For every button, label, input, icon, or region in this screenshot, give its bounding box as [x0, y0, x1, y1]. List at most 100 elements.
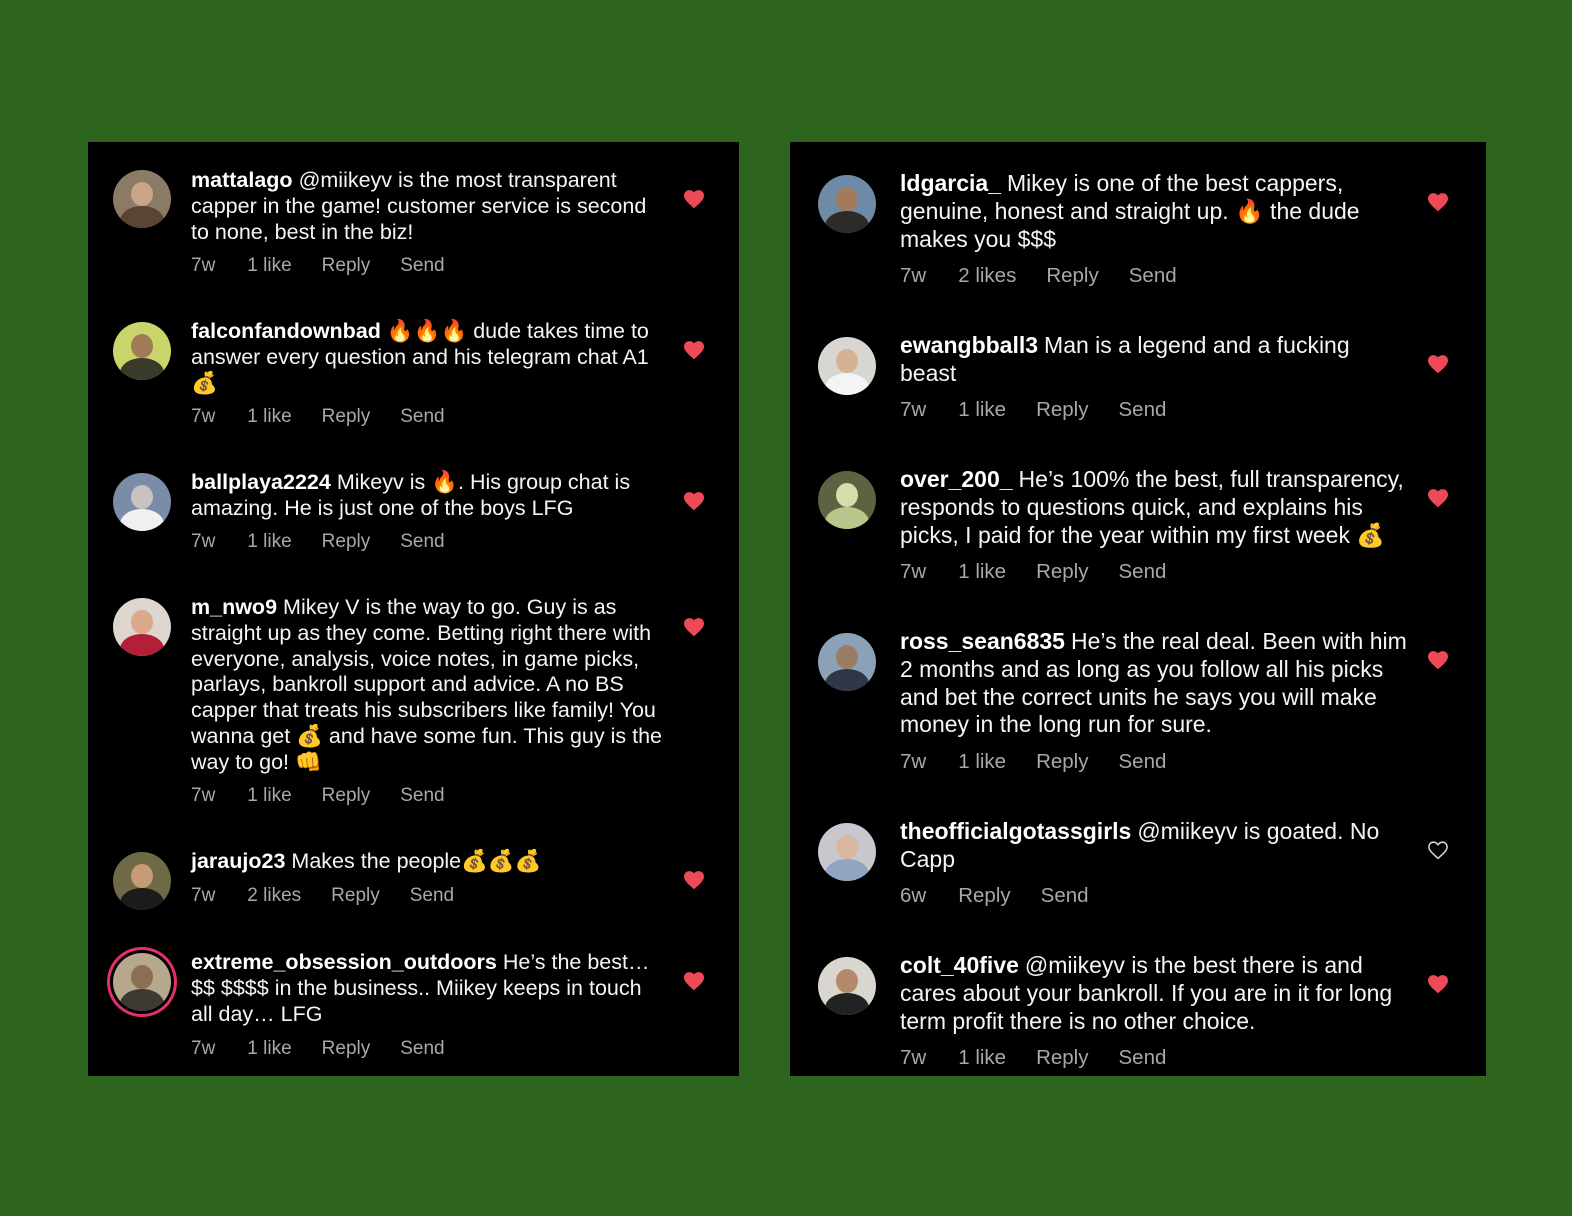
send-button[interactable]: Send [400, 406, 444, 427]
like-button-active[interactable] [683, 340, 705, 360]
avatar[interactable] [818, 337, 876, 395]
heart-outline-icon [1427, 841, 1449, 864]
likes-count[interactable]: 1 like [247, 255, 291, 276]
likes-count[interactable]: 1 like [958, 1046, 1006, 1069]
avatar[interactable] [818, 175, 876, 233]
likes-count[interactable]: 2 likes [958, 264, 1016, 287]
send-button[interactable]: Send [410, 885, 454, 906]
reply-button[interactable]: Reply [1036, 1046, 1088, 1069]
comment-meta: 7w 1 like Reply Send [191, 785, 475, 807]
comment-username[interactable]: m_nwo9 [191, 595, 277, 619]
heart-filled-icon [683, 190, 705, 213]
comment-username[interactable]: jaraujo23 [191, 849, 285, 873]
comment-body: m_nwo9 Mikey V is the way to go. Guy is a… [191, 595, 667, 776]
like-button-active[interactable] [1427, 650, 1449, 670]
heart-filled-icon [683, 492, 705, 515]
avatar[interactable] [113, 322, 171, 380]
send-button[interactable]: Send [1129, 264, 1177, 287]
send-button[interactable]: Send [1119, 1046, 1167, 1069]
reply-button[interactable]: Reply [1046, 264, 1098, 287]
comment-timestamp: 7w [900, 398, 927, 421]
avatar[interactable] [113, 852, 171, 910]
comment-timestamp: 7w [900, 750, 927, 773]
comment-meta: 7w 1 like Reply Send [900, 560, 1196, 584]
heart-filled-icon [1427, 355, 1449, 378]
likes-count[interactable]: 1 like [247, 406, 291, 427]
likes-count[interactable]: 1 like [958, 560, 1006, 583]
reply-button[interactable]: Reply [1036, 750, 1088, 773]
avatar[interactable] [113, 598, 171, 656]
like-button-active[interactable] [683, 491, 705, 511]
likes-count[interactable]: 2 likes [247, 885, 301, 906]
avatar[interactable] [818, 823, 876, 881]
comment-username[interactable]: ldgarcia_ [900, 170, 1001, 196]
comment-timestamp: 7w [191, 406, 216, 427]
reply-button[interactable]: Reply [1036, 398, 1088, 421]
comment-body: over_200_ He’s 100% the best, full transp… [900, 466, 1408, 549]
like-button-active[interactable] [683, 189, 705, 209]
comment-body: mattalago @miikeyv is the most transparen… [191, 168, 667, 245]
likes-count[interactable]: 1 like [958, 750, 1006, 773]
heart-filled-icon [683, 618, 705, 641]
comment-username[interactable]: colt_40five [900, 952, 1019, 978]
comment-username[interactable]: theofficialgotassgirls [900, 818, 1131, 844]
like-button-active[interactable] [683, 870, 705, 890]
reply-button[interactable]: Reply [322, 531, 371, 552]
like-button-active[interactable] [1427, 974, 1449, 994]
like-button-active[interactable] [683, 971, 705, 991]
comment-username[interactable]: extreme_obsession_outdoors [191, 950, 497, 974]
reply-button[interactable]: Reply [331, 885, 380, 906]
reply-button[interactable]: Reply [322, 785, 371, 806]
likes-count[interactable]: 1 like [247, 785, 291, 806]
avatar[interactable] [113, 473, 171, 531]
comment-username[interactable]: mattalago [191, 168, 293, 192]
avatar[interactable] [818, 471, 876, 529]
reply-button[interactable]: Reply [958, 884, 1010, 907]
send-button[interactable]: Send [1041, 884, 1089, 907]
reply-button[interactable]: Reply [322, 1038, 371, 1059]
avatar[interactable] [818, 957, 876, 1015]
comment-username[interactable]: ewangbball3 [900, 332, 1038, 358]
heart-filled-icon [1427, 651, 1449, 674]
send-button[interactable]: Send [1119, 750, 1167, 773]
like-button[interactable] [1427, 840, 1449, 860]
heart-filled-icon [1427, 975, 1449, 998]
likes-count[interactable]: 1 like [247, 1038, 291, 1059]
comment-meta: 7w 1 like Reply Send [900, 750, 1196, 774]
comment-body: ballplaya2224 Mikeyv is 🔥. His group chat… [191, 470, 667, 522]
likes-count[interactable]: 1 like [958, 398, 1006, 421]
send-button[interactable]: Send [400, 785, 444, 806]
heart-filled-icon [683, 871, 705, 894]
comment-username[interactable]: over_200_ [900, 466, 1013, 492]
comments-panel-left: mattalago @miikeyv is the most transparen… [88, 142, 739, 1076]
comment-timestamp: 7w [900, 560, 927, 583]
send-button[interactable]: Send [400, 531, 444, 552]
comment-body: ewangbball3 Man is a legend and a fucking… [900, 332, 1408, 388]
avatar[interactable] [113, 953, 171, 1011]
comment-body: extreme_obsession_outdoors He’s the best…… [191, 950, 667, 1027]
comment-timestamp: 7w [900, 264, 927, 287]
comment-meta: 7w 1 like Reply Send [900, 1046, 1196, 1070]
comment-username[interactable]: falconfandownbad [191, 319, 381, 343]
like-button-active[interactable] [683, 617, 705, 637]
reply-button[interactable]: Reply [322, 255, 371, 276]
reply-button[interactable]: Reply [1036, 560, 1088, 583]
avatar[interactable] [818, 633, 876, 691]
comment-meta: 7w 1 like Reply Send [191, 406, 475, 428]
like-button-active[interactable] [1427, 192, 1449, 212]
send-button[interactable]: Send [1119, 398, 1167, 421]
comment-username[interactable]: ross_sean6835 [900, 628, 1065, 654]
likes-count[interactable]: 1 like [247, 531, 291, 552]
send-button[interactable]: Send [400, 1038, 444, 1059]
comment-body: falconfandownbad 🔥🔥🔥 dude takes time to a… [191, 319, 667, 396]
comment-username[interactable]: ballplaya2224 [191, 470, 331, 494]
heart-filled-icon [683, 972, 705, 995]
avatar[interactable] [113, 170, 171, 228]
like-button-active[interactable] [1427, 354, 1449, 374]
reply-button[interactable]: Reply [322, 406, 371, 427]
send-button[interactable]: Send [1119, 560, 1167, 583]
send-button[interactable]: Send [400, 255, 444, 276]
like-button-active[interactable] [1427, 488, 1449, 508]
heart-filled-icon [1427, 193, 1449, 216]
heart-filled-icon [683, 341, 705, 364]
